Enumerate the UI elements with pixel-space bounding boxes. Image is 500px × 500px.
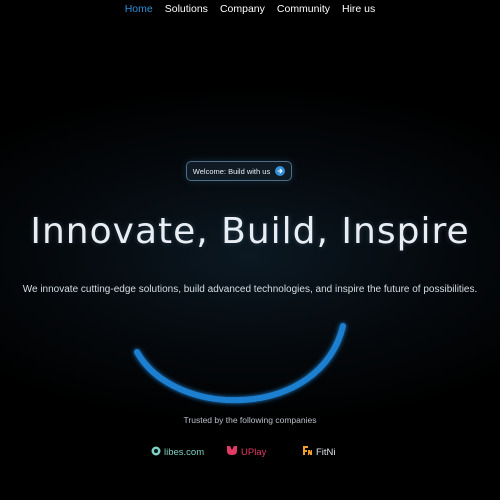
fitni-logo-icon (302, 443, 313, 461)
company-logo-libes[interactable]: libes.com (151, 444, 204, 460)
company-name-fitni: FitNi (316, 446, 336, 458)
nav-community[interactable]: Community (271, 1, 336, 17)
landing-page: Home Solutions Company Community Hire us… (0, 0, 500, 500)
welcome-badge-label: Welcome: Build with us (192, 166, 271, 176)
hero-subtitle: We innovate cutting-edge solutions, buil… (22, 284, 478, 295)
arrow-right-icon (275, 166, 286, 176)
nav-solutions[interactable]: Solutions (159, 1, 214, 17)
libes-logo-icon (151, 443, 161, 461)
company-logos: libes.com UPlay FitNi (0, 444, 500, 460)
nav-hire-us[interactable]: Hire us (336, 1, 381, 17)
top-nav: Home Solutions Company Community Hire us (0, 0, 500, 18)
company-name-uplay: UPlay (241, 446, 267, 458)
trusted-label: Trusted by the following companies (183, 415, 317, 425)
company-name-libes: libes.com (164, 446, 205, 458)
uplay-logo-icon (226, 443, 238, 461)
nav-home[interactable]: Home (119, 1, 159, 17)
company-logo-uplay[interactable]: UPlay (226, 444, 266, 460)
nav-company[interactable]: Company (214, 1, 271, 17)
hero-title: Innovate, Build, Inspire (30, 211, 470, 252)
company-logo-fitni[interactable]: FitNi (302, 444, 336, 460)
welcome-badge-button[interactable]: Welcome: Build with us (186, 161, 292, 181)
